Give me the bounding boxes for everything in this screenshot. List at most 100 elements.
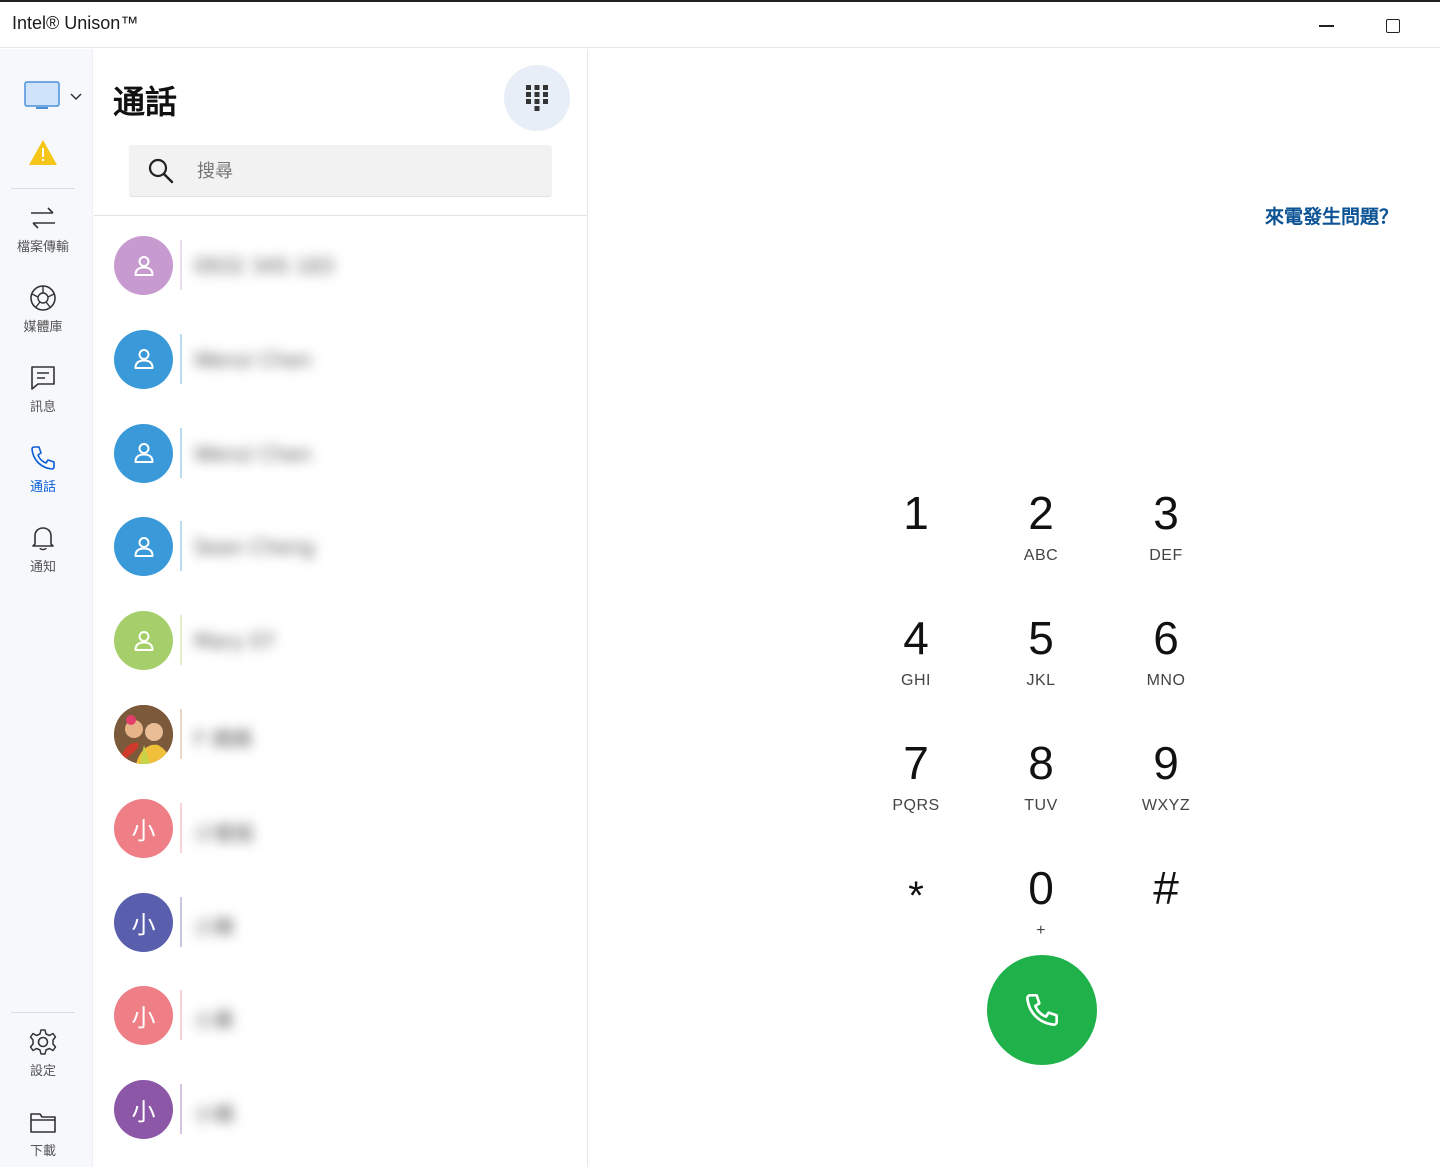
key-digit: # xyxy=(1153,862,1179,914)
dial-key-9[interactable]: 9 WXYZ xyxy=(1116,737,1216,837)
chevron-down-icon xyxy=(70,93,82,101)
warning-button[interactable] xyxy=(27,137,59,169)
contact-name: 小瑩姐 xyxy=(194,820,254,845)
dial-key-1[interactable]: 1 xyxy=(866,487,966,587)
avatar-accent xyxy=(180,240,182,290)
device-switcher-button[interactable] xyxy=(22,79,84,113)
contact-list: 0932 345 183 Wenzi Chen Wenzi Chen Sean Che… xyxy=(94,218,587,1156)
list-item[interactable]: F 媽媽 xyxy=(94,687,587,781)
avatar-accent xyxy=(180,615,182,666)
key-letters: DEF xyxy=(1149,547,1183,564)
contact-name: Mary 07 xyxy=(194,629,276,654)
dialer-area: 來電發生問題？ 1 2 ABC 3 DEF 4 GHI 5 JKL 6 MNO 7 PQRS 8 TUV 9 W… xyxy=(589,49,1440,1167)
dial-key-5[interactable]: 5 JKL xyxy=(991,612,1091,712)
dial-key-hash[interactable]: # xyxy=(1116,862,1216,962)
window-title: Intel® Unison™ xyxy=(12,13,139,33)
key-digit: 1 xyxy=(903,487,929,539)
avatar xyxy=(114,517,173,577)
avatar-accent xyxy=(180,1084,182,1135)
nav-label: 下載 xyxy=(29,1144,56,1159)
rail-divider xyxy=(11,188,75,189)
person-icon xyxy=(134,443,153,464)
contact-name: F 媽媽 xyxy=(194,726,252,751)
folder-icon xyxy=(27,1106,59,1138)
nav-notifications[interactable]: 通知 xyxy=(0,522,86,592)
list-item[interactable]: 小 小楊 xyxy=(94,1062,587,1156)
calls-panel: 通話 0932 345 183 Wenzi Chen Wenzi Chen Sean … xyxy=(94,49,588,1167)
key-digit: 9 xyxy=(1153,737,1179,789)
dialpad-toggle-button[interactable] xyxy=(504,65,570,131)
call-help-link[interactable]: 來電發生問題？ xyxy=(1265,202,1398,229)
key-letters: ABC xyxy=(1023,547,1059,564)
maximize-icon xyxy=(1386,19,1400,33)
nav-downloads[interactable]: 下載 xyxy=(0,1106,86,1167)
avatar: 小 xyxy=(114,798,173,858)
dialpad-icon xyxy=(526,85,548,111)
list-item[interactable]: Sean Cheng xyxy=(94,499,587,593)
avatar-accent xyxy=(180,333,182,384)
key-letters: MNO xyxy=(1146,672,1186,689)
dial-key-2[interactable]: 2 ABC xyxy=(991,487,1091,587)
dial-key-8[interactable]: 8 TUV xyxy=(991,737,1091,837)
nav-calls[interactable]: 通話 xyxy=(0,442,86,512)
dial-key-star[interactable]: * xyxy=(866,862,966,962)
contact-name: 0932 345 183 xyxy=(194,254,334,278)
minimize-icon xyxy=(1318,25,1334,27)
search-input[interactable] xyxy=(197,153,537,189)
key-letters: + xyxy=(1036,922,1046,939)
page-title: 通話 xyxy=(113,83,178,121)
dial-key-4[interactable]: 4 GHI xyxy=(866,612,966,712)
list-item[interactable]: 0932 345 183 xyxy=(94,218,587,312)
list-item[interactable]: 小 小黃 xyxy=(94,968,587,1062)
panel-divider xyxy=(94,215,587,216)
nav-label: 設定 xyxy=(29,1064,56,1079)
key-letters: JKL xyxy=(1026,672,1056,689)
avatar-accent xyxy=(180,802,182,853)
nav-label: 檔案傳輸 xyxy=(16,240,69,255)
key-digit: 0 xyxy=(1028,862,1054,914)
avatar-initial: 小 xyxy=(131,1098,156,1127)
nav-label: 通知 xyxy=(29,560,56,575)
avatar-initial: 小 xyxy=(131,1004,156,1033)
contact-name: Wenzi Chen xyxy=(194,347,312,372)
list-item[interactable]: Wenzi Chen xyxy=(94,312,587,406)
key-digit: 7 xyxy=(903,737,929,789)
key-letters: GHI xyxy=(901,672,931,689)
nav-file-transfer[interactable]: 檔案傳輸 xyxy=(0,202,86,272)
minimize-button[interactable] xyxy=(1303,10,1349,42)
contact-name: Sean Cheng xyxy=(194,535,315,560)
dial-key-0[interactable]: 0 + xyxy=(991,862,1091,962)
avatar: 小 xyxy=(114,1080,173,1140)
contact-name: 小楊 xyxy=(194,1102,234,1127)
gallery-icon xyxy=(27,282,59,314)
avatar-accent xyxy=(180,990,182,1041)
nav-rail: 檔案傳輸 媒體庫 訊息 通話 通知 設定 下載 xyxy=(0,49,93,1167)
dial-key-6[interactable]: 6 MNO xyxy=(1116,612,1216,712)
title-bar: Intel® Unison™ xyxy=(0,2,1440,48)
list-item[interactable]: Mary 07 xyxy=(94,593,587,687)
person-icon xyxy=(134,255,153,276)
contact-name: Wenzi Chen xyxy=(194,441,312,466)
key-digit: 6 xyxy=(1153,612,1179,664)
dial-key-7[interactable]: 7 PQRS xyxy=(866,737,966,837)
maximize-button[interactable] xyxy=(1370,10,1416,42)
nav-label: 媒體庫 xyxy=(23,320,63,335)
key-digit: 2 xyxy=(1028,487,1054,539)
nav-messages[interactable]: 訊息 xyxy=(0,362,86,432)
nav-gallery[interactable]: 媒體庫 xyxy=(0,282,86,352)
app-window: Intel® Unison™ 檔案傳輸 媒體庫 訊息 通話 通知 設定 下載 通… xyxy=(0,0,1440,1167)
avatar-accent xyxy=(180,708,182,759)
list-item[interactable]: Wenzi Chen xyxy=(94,406,587,500)
list-item[interactable]: 小 小陳 xyxy=(94,875,587,969)
person-icon xyxy=(134,630,153,651)
avatar-accent xyxy=(180,427,182,478)
gear-icon xyxy=(27,1026,59,1058)
key-digit: 3 xyxy=(1153,487,1179,539)
search-icon xyxy=(148,158,174,184)
dial-key-3[interactable]: 3 DEF xyxy=(1116,487,1216,587)
call-button[interactable] xyxy=(987,955,1097,1065)
contact-name: 小黃 xyxy=(194,1008,234,1033)
list-item[interactable]: 小 小瑩姐 xyxy=(94,781,587,875)
avatar xyxy=(114,704,173,764)
nav-settings[interactable]: 設定 xyxy=(0,1026,86,1096)
